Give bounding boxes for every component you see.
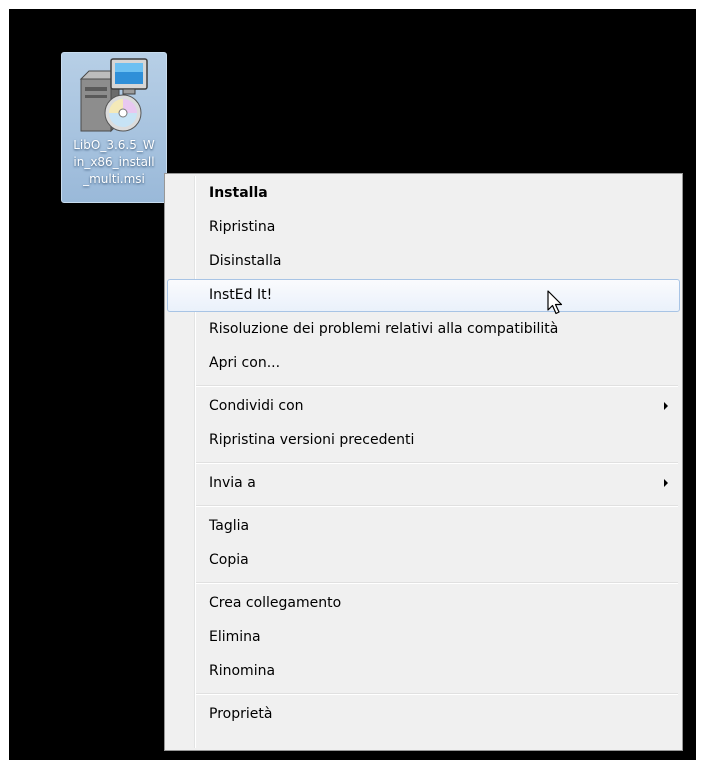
menu-item-copia[interactable]: Copia	[167, 544, 680, 577]
menu-item-ripristina[interactable]: Ripristina	[167, 211, 680, 244]
menu-item-proprieta[interactable]: Proprietà	[167, 698, 680, 731]
menu-item-apri-con[interactable]: Apri con...	[167, 347, 680, 380]
menu-item-crea-collegamento[interactable]: Crea collegamento	[167, 587, 680, 620]
menu-separator	[196, 582, 678, 584]
screenshot-frame: LibO_3.6.5_W in_x86_install _multi.msi I…	[0, 0, 704, 769]
menu-separator	[196, 385, 678, 387]
menu-item-disinstalla[interactable]: Disinstalla	[167, 245, 680, 278]
menu-item-elimina[interactable]: Elimina	[167, 621, 680, 654]
menu-item-invia-a[interactable]: Invia a	[167, 467, 680, 500]
file-name-line-1: LibO_3.6.5_W	[73, 138, 155, 152]
menu-separator	[196, 693, 678, 695]
menu-item-insted-it[interactable]: InstEd It!	[167, 279, 680, 312]
context-menu: Installa Ripristina Disinstalla InstEd I…	[164, 173, 683, 751]
menu-separator	[196, 505, 678, 507]
mouse-pointer-icon	[547, 290, 563, 315]
menu-item-condividi-con[interactable]: Condividi con	[167, 390, 680, 423]
menu-item-installa[interactable]: Installa	[167, 177, 680, 210]
submenu-arrow-icon	[664, 479, 668, 487]
menu-separator	[196, 462, 678, 464]
installer-package-icon	[79, 58, 148, 133]
desktop[interactable]: LibO_3.6.5_W in_x86_install _multi.msi I…	[9, 9, 696, 760]
file-name-line-2: in_x86_install	[73, 155, 155, 169]
menu-item-rinomina[interactable]: Rinomina	[167, 655, 680, 688]
menu-item-taglia[interactable]: Taglia	[167, 510, 680, 543]
submenu-arrow-icon	[664, 402, 668, 410]
msi-file-icon[interactable]: LibO_3.6.5_W in_x86_install _multi.msi	[61, 52, 167, 203]
menu-item-compatibility-troubleshoot[interactable]: Risoluzione dei problemi relativi alla c…	[167, 313, 680, 346]
menu-item-ripristina-versioni[interactable]: Ripristina versioni precedenti	[167, 424, 680, 457]
file-name-line-3: _multi.msi	[83, 172, 145, 186]
file-name-label: LibO_3.6.5_W in_x86_install _multi.msi	[62, 137, 166, 188]
